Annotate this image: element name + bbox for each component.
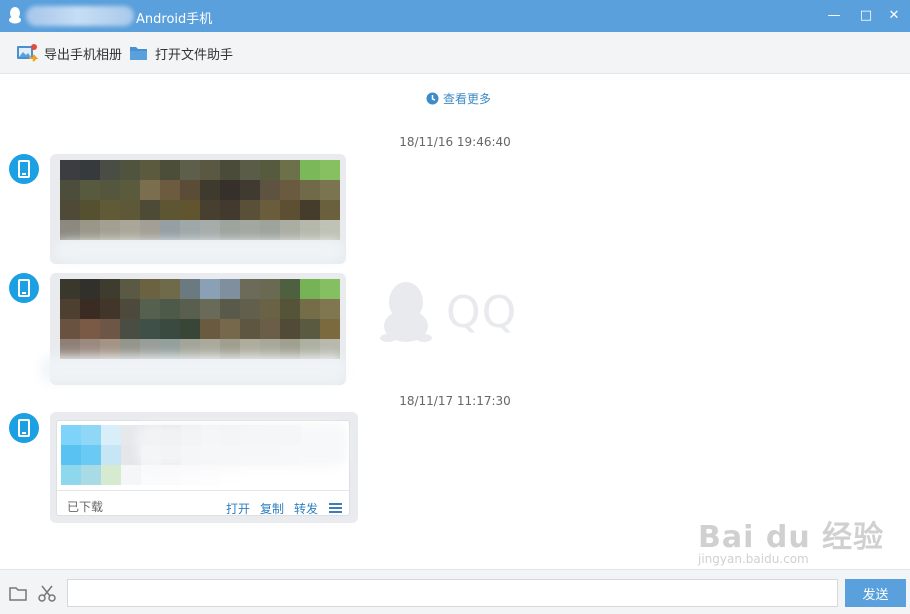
- clock-icon: [426, 92, 439, 105]
- open-file-assistant-label: 打开文件助手: [155, 47, 234, 63]
- watermark-main-text: Bai du 经验: [698, 520, 885, 555]
- qq-watermark-text: QQ: [446, 286, 518, 338]
- avatar-phone[interactable]: [9, 413, 39, 443]
- window-title: Android手机: [136, 12, 213, 27]
- send-button[interactable]: 发送: [845, 579, 906, 607]
- close-button[interactable]: ✕: [886, 8, 902, 24]
- folder-icon[interactable]: [8, 583, 28, 603]
- baidu-jingyan-watermark: Bai du 经验 jingyan.baidu.com: [698, 512, 884, 566]
- view-more-label: 查看更多: [443, 92, 492, 106]
- file-name-redacted: [137, 423, 347, 467]
- timestamp: 18/11/16 19:46:40: [399, 135, 511, 149]
- file-open-link[interactable]: 打开: [226, 500, 250, 517]
- qq-watermark: QQ: [380, 280, 517, 344]
- timestamp: 18/11/17 11:17:30: [399, 394, 511, 408]
- view-more-link[interactable]: 查看更多: [426, 90, 491, 107]
- phone-icon: [18, 160, 30, 178]
- file-copy-link[interactable]: 复制: [260, 500, 284, 517]
- contact-name-redacted: [26, 6, 134, 26]
- chat-area[interactable]: 查看更多 18/11/16 19:46:40 QQ 18/11/17 11:17…: [0, 75, 910, 569]
- image-blur-overlay: [54, 240, 344, 262]
- open-file-assistant-button[interactable]: 打开文件助手: [129, 42, 233, 64]
- title-bar: Android手机 — □ ✕: [0, 0, 910, 32]
- avatar-phone[interactable]: [9, 273, 39, 303]
- message-input[interactable]: [67, 579, 838, 607]
- phone-icon: [18, 419, 30, 437]
- minimize-button[interactable]: —: [826, 8, 842, 24]
- mosaic-image[interactable]: [60, 160, 340, 240]
- message-image-bubble[interactable]: [40, 273, 346, 385]
- phone-icon: [18, 279, 30, 297]
- maximize-button[interactable]: □: [858, 8, 874, 24]
- file-card-divider: [57, 490, 349, 491]
- folder-icon: [130, 47, 147, 60]
- avatar-phone[interactable]: [9, 154, 39, 184]
- export-album-label: 导出手机相册: [44, 47, 123, 63]
- more-menu-icon[interactable]: [329, 503, 342, 513]
- photo-export-icon: [17, 44, 38, 62]
- file-forward-link[interactable]: 转发: [294, 500, 318, 517]
- toolbar: 导出手机相册 打开文件助手: [0, 32, 910, 74]
- input-bar: 发送: [0, 569, 910, 614]
- export-album-button[interactable]: 导出手机相册: [16, 42, 122, 64]
- qq-logo-icon: [9, 7, 21, 24]
- file-download-status: 已下载: [67, 500, 104, 514]
- file-card[interactable]: 已下载 打开 复制 转发: [56, 420, 350, 516]
- mosaic-image[interactable]: [60, 279, 340, 359]
- message-image-bubble[interactable]: [50, 154, 346, 264]
- image-blur-overlay: [40, 355, 346, 383]
- scissors-icon[interactable]: [37, 583, 57, 603]
- qq-penguin-icon: [380, 282, 432, 342]
